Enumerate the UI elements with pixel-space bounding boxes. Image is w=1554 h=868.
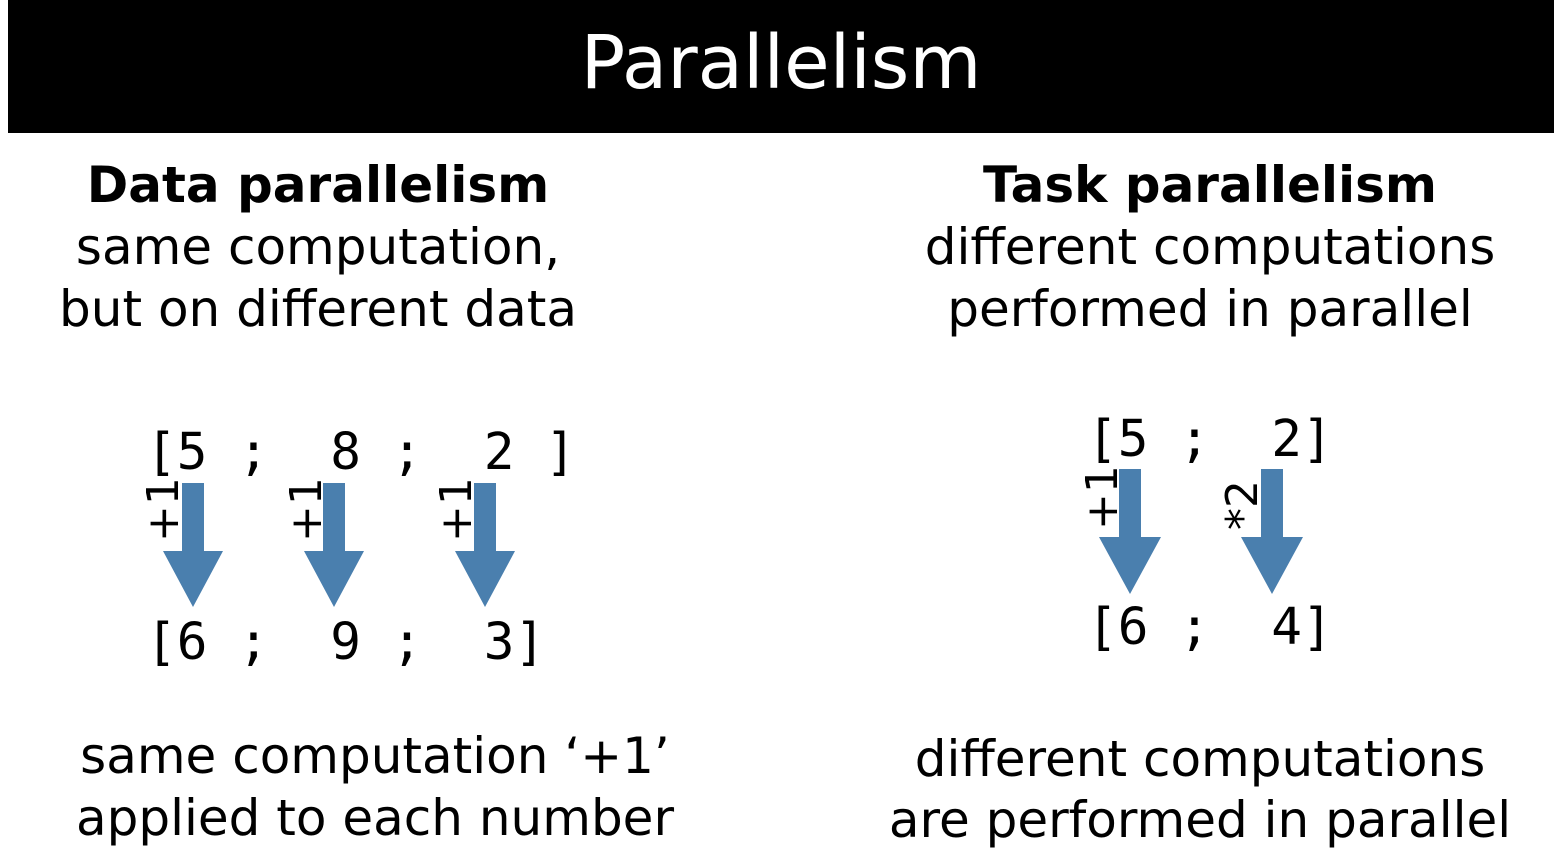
task-parallelism-output-list: [6 ; 4] [1087, 598, 1333, 657]
title-bar: Parallelism [8, 0, 1554, 133]
task-parallelism-op-1: +1 [1077, 465, 1128, 530]
task-parallelism-heading: Task parallelism [982, 156, 1438, 214]
data-parallelism-op-3: +1 [431, 477, 482, 542]
task-parallelism-desc-line2: performed in parallel [947, 280, 1473, 338]
task-parallelism-input-list: [5 ; 2] [1087, 410, 1333, 469]
data-parallelism-op-2: +1 [281, 477, 332, 542]
data-parallelism-desc-line1: same computation, [75, 218, 561, 276]
data-parallelism-heading: Data parallelism [86, 156, 550, 214]
data-parallelism-caption-line1: same computation ‘+1’ [80, 727, 670, 785]
task-parallelism-caption-line2: are performed in parallel [888, 791, 1512, 849]
data-parallelism-input-list: [5 ; 8 ; 2 ] [146, 423, 576, 482]
task-parallelism-op-2: *2 [1217, 480, 1268, 530]
data-parallelism-caption-line2: applied to each number [76, 789, 674, 847]
task-parallelism-caption-line1: different computations [914, 730, 1486, 788]
task-parallelism-desc-line1: different computations [924, 218, 1496, 276]
data-parallelism-output-list: [6 ; 9 ; 3] [146, 613, 546, 672]
data-parallelism-desc-line2: but on different data [59, 280, 577, 338]
slide-title: Parallelism [580, 20, 982, 106]
data-parallelism-op-1: +1 [138, 477, 189, 542]
